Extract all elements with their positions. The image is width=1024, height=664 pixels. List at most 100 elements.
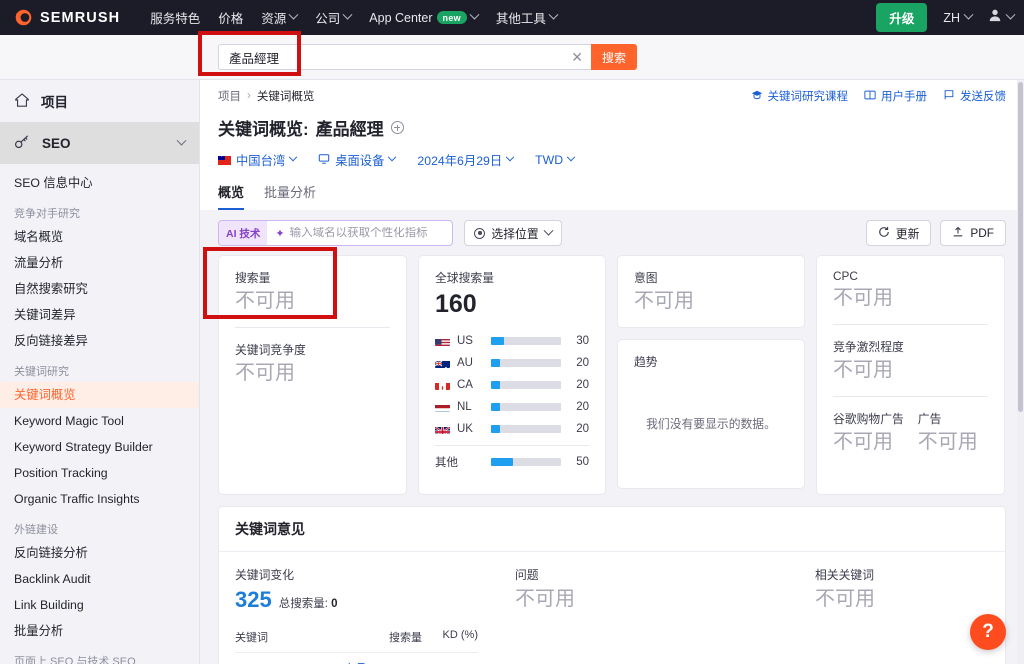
nav-item-features[interactable]: 服务特色 [150, 8, 200, 27]
panel-body: 关键词变化 325 总搜索量: 0 关键词 搜索量 KD (%) 问题 不可用 … [219, 552, 1005, 664]
vertical-scrollbar[interactable] [1017, 80, 1024, 664]
sidebar-item-link-building[interactable]: Link Building [0, 592, 199, 618]
refresh-icon [878, 226, 890, 241]
questions-value: 不可用 [515, 588, 575, 610]
header-links: 关键词研究课程 用户手册 发送反馈 [751, 88, 1006, 104]
toolbar: AI 技术 ✦ 选择位置 更新 [200, 210, 1024, 255]
filter-device[interactable]: 桌面设备 [318, 151, 397, 169]
semrush-mark-icon [14, 8, 33, 27]
sidebar-item-seo[interactable]: SEO [0, 122, 199, 164]
breadcrumb-separator: › [247, 90, 251, 102]
chevron-down-icon [176, 135, 187, 146]
top-nav-links: 服务特色 价格 资源 公司 App Center new 其他工具 [150, 8, 559, 27]
chevron-down-icon [543, 225, 554, 236]
sidebar-item-projects[interactable]: 项目 [0, 80, 199, 122]
nav-item-company[interactable]: 公司 [315, 8, 353, 27]
table-row[interactable]: 104 advantech som 產品經理 0 不... [235, 653, 478, 664]
keyword-research-course-link[interactable]: 关键词研究课程 [751, 88, 848, 104]
sidebar-group-link-building: 外链建设 [14, 524, 58, 536]
country-row-uk: UK 20 [435, 418, 589, 440]
home-icon [14, 92, 30, 111]
sidebar-group-competitor: 竞争对手研究 [14, 208, 80, 220]
competition-label: 竞争激烈程度 [833, 340, 904, 354]
book-icon [864, 89, 876, 104]
nav-item-app-center[interactable]: App Center new [369, 9, 480, 25]
trend-card: 趋势 我们没有要显示的数据。 [617, 339, 805, 489]
new-badge: new [436, 11, 467, 24]
search-input-wrapper[interactable]: ✕ [218, 44, 591, 70]
chevron-down-icon [469, 9, 480, 20]
clear-icon[interactable]: ✕ [565, 49, 583, 66]
intent-value: 不可用 [634, 290, 694, 312]
user-manual-link[interactable]: 用户手册 [864, 88, 927, 104]
sparkle-icon: ✦ [275, 227, 285, 240]
sidebar-item-keyword-magic-tool[interactable]: Keyword Magic Tool [0, 408, 199, 434]
kw-change-subtext: 总搜索量: 0 [279, 595, 338, 611]
location-select-label: 选择位置 [491, 226, 539, 241]
country-value: 30 [576, 335, 589, 347]
th-volume: 搜索量 [389, 632, 422, 644]
country-code: CA [457, 379, 473, 391]
sidebar-item-backlink-analytics[interactable]: 反向链接分析 [0, 540, 199, 566]
nav-item-resources[interactable]: 资源 [261, 8, 299, 27]
filter-date[interactable]: 2024年6月29日 [417, 151, 515, 169]
user-menu[interactable] [988, 8, 1016, 27]
card-divider [833, 396, 988, 397]
global-volume-total: 160 [435, 290, 477, 318]
kw-change-value[interactable]: 325 [235, 587, 272, 613]
filter-currency[interactable]: TWD [535, 152, 576, 167]
breadcrumb-projects[interactable]: 项目 [218, 88, 241, 104]
tab-overview[interactable]: 概览 [218, 182, 245, 210]
sidebar-item-bulk-analysis[interactable]: 批量分析 [0, 618, 199, 644]
keyword-table: 关键词 搜索量 KD (%) 104 advantech som 產品經理 0 … [235, 629, 478, 664]
sidebar-item-keyword-strategy-builder[interactable]: Keyword Strategy Builder [0, 434, 199, 460]
sidebar-item-domain-overview[interactable]: 域名概览 [0, 224, 199, 250]
page-title-prefix: 关键词概览: [218, 120, 309, 139]
filter-label: 2024年6月29日 [417, 154, 503, 168]
search-input[interactable] [229, 50, 566, 64]
breadcrumb-current: 关键词概览 [256, 91, 315, 103]
page-header: 项目 › 关键词概览 关键词研究课程 用户手册 发送反馈 关键词概览: 產品經理… [200, 80, 1024, 210]
nav-item-other-tools[interactable]: 其他工具 [496, 8, 559, 27]
domain-input[interactable] [289, 227, 445, 239]
semrush-logo[interactable]: SEMRUSH [14, 8, 120, 27]
volume-card: 搜索量 不可用 关键词竞争度 不可用 [218, 255, 407, 495]
location-pin-icon [474, 227, 486, 239]
ai-domain-field[interactable]: ✦ [267, 227, 452, 240]
tab-bulk-analysis[interactable]: 批量分析 [264, 182, 316, 210]
language-label: ZH [943, 10, 960, 25]
filter-country[interactable]: 中国台湾 [218, 151, 298, 169]
search-button[interactable]: 搜索 [591, 44, 638, 70]
ads-metric: 广告 不可用 [918, 410, 978, 455]
sidebar-item-backlink-audit[interactable]: Backlink Audit [0, 566, 199, 592]
upgrade-button[interactable]: 升级 [876, 3, 928, 32]
scrollbar-thumb[interactable] [1018, 82, 1023, 412]
nav-item-pricing[interactable]: 价格 [218, 8, 243, 27]
sidebar-item-backlink-gap[interactable]: 反向链接差异 [0, 328, 199, 354]
sidebar-item-organic-research[interactable]: 自然搜索研究 [0, 276, 199, 302]
kd-label: 关键词竞争度 [235, 343, 306, 357]
send-feedback-link[interactable]: 发送反馈 [943, 88, 1006, 104]
intent-card: 意图 不可用 [617, 255, 805, 328]
sidebar-item-keyword-gap[interactable]: 关键词差异 [0, 302, 199, 328]
sidebar-item-keyword-overview[interactable]: 关键词概览 [0, 382, 199, 408]
kw-change-label: 关键词变化 [235, 568, 294, 582]
sidebar-item-position-tracking[interactable]: Position Tracking [0, 460, 199, 486]
search-bar-row: ✕ 搜索 [0, 35, 1024, 80]
cpc-competition-card: CPC 不可用 竞争激烈程度 不可用 谷歌购物广告 不可用 广告 不可用 [816, 255, 1005, 495]
country-code: US [457, 335, 473, 347]
header-link-label: 用户手册 [881, 91, 927, 103]
kw-change-value-row: 325 总搜索量: 0 [235, 587, 515, 613]
keyword-search: ✕ 搜索 [218, 44, 638, 70]
add-keyword-icon[interactable] [390, 121, 404, 134]
refresh-button[interactable]: 更新 [865, 220, 932, 246]
sidebar-item-traffic-analytics[interactable]: 流量分析 [0, 250, 199, 276]
chevron-down-icon [963, 9, 974, 20]
sidebar-item-seo-info-center[interactable]: SEO 信息中心 [0, 170, 199, 196]
language-selector[interactable]: ZH [943, 9, 974, 25]
nav-item-label: 公司 [315, 12, 341, 26]
sidebar-item-organic-traffic-insights[interactable]: Organic Traffic Insights [0, 486, 199, 512]
help-button[interactable]: ? [970, 614, 1006, 650]
pdf-export-button[interactable]: PDF [940, 220, 1006, 246]
location-select[interactable]: 选择位置 [464, 220, 562, 246]
